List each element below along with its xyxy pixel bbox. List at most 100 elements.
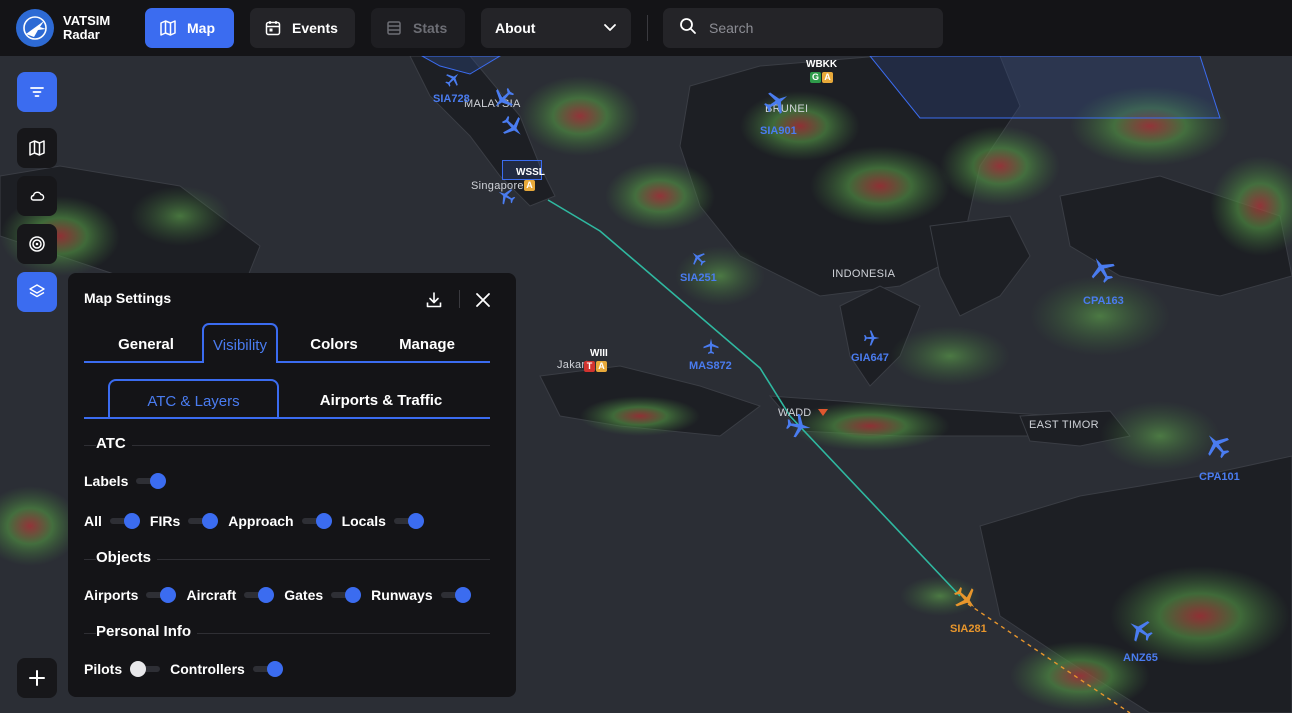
aircraft-sia251[interactable] [689, 249, 707, 272]
callsign-cpa163[interactable]: CPA163 [1083, 295, 1124, 307]
all-toggle[interactable] [109, 513, 140, 529]
badge-approach: A [822, 72, 833, 83]
callsign-sia251[interactable]: SIA251 [680, 272, 717, 284]
radar-button[interactable] [17, 224, 57, 264]
callsign-mas872[interactable]: MAS872 [689, 360, 732, 372]
aircraft-cpa101[interactable] [1202, 430, 1232, 465]
row-personal: Pilots Controllers [84, 659, 293, 679]
labels-toggle[interactable] [136, 473, 167, 489]
nav-about-dropdown[interactable]: About [481, 8, 631, 48]
section-title: Personal Info [96, 623, 198, 640]
calendar-icon [264, 19, 282, 37]
aircraft-malaysia-1[interactable] [490, 86, 516, 117]
chevron-down-icon [603, 20, 617, 37]
filter-button[interactable] [17, 72, 57, 112]
layers-button[interactable] [17, 272, 57, 312]
map-layers-button[interactable] [17, 128, 57, 168]
aircraft-malaysia-2[interactable] [500, 114, 526, 145]
row-atc-types: All FIRs Approach Locals [84, 511, 434, 531]
download-button[interactable] [422, 288, 446, 312]
option-label: Approach [228, 513, 294, 529]
runways-toggle[interactable] [440, 587, 471, 603]
aircraft-cpa163[interactable] [1087, 254, 1117, 289]
aircraft-mas872[interactable] [702, 337, 720, 360]
callsign-sia281[interactable]: SIA281 [950, 623, 987, 635]
close-icon [476, 293, 490, 307]
top-bar: VATSIM Radar Map Events Stats About [0, 0, 1292, 56]
plane-icon [501, 115, 521, 135]
section-objects: Objects [84, 549, 490, 567]
app-logo[interactable]: VATSIM Radar [16, 9, 126, 47]
airport-wiii[interactable]: WIII TA [584, 348, 608, 372]
label-east-timor: EAST TIMOR [1029, 419, 1099, 431]
locals-toggle[interactable] [393, 513, 424, 529]
gates-toggle[interactable] [331, 587, 362, 603]
airport-code: WSSL [516, 167, 545, 178]
section-personal-info: Personal Info [84, 623, 490, 641]
option-label: FIRs [149, 513, 181, 529]
label-indonesia: INDONESIA [832, 268, 896, 280]
subtab-airports-traffic[interactable]: Airports & Traffic [296, 379, 466, 417]
option-label: Gates [284, 587, 324, 603]
callsign-cpa101[interactable]: CPA101 [1199, 471, 1240, 483]
nav-map-button[interactable]: Map [145, 8, 234, 48]
close-button[interactable] [471, 288, 495, 312]
search-input[interactable] [707, 19, 931, 37]
aircraft-wadd[interactable] [785, 412, 813, 445]
aircraft-anz65[interactable] [1126, 616, 1154, 649]
option-label: Pilots [84, 661, 123, 677]
option-label: Labels [84, 473, 129, 489]
aircraft-sia281[interactable] [952, 585, 980, 618]
controllers-toggle[interactable] [252, 661, 283, 677]
aircraft-gia647[interactable] [863, 329, 881, 352]
settings-tabs: General Visibility Colors Manage [84, 323, 490, 363]
section-title: ATC [96, 435, 132, 452]
plane-icon [1208, 435, 1230, 459]
plane-icon [495, 87, 515, 107]
map-icon [159, 19, 177, 37]
tab-manage[interactable]: Manage [384, 323, 470, 361]
callsign-sia728[interactable]: SIA728 [433, 93, 470, 105]
approach-toggle[interactable] [301, 513, 332, 529]
nav-stats-button[interactable]: Stats [371, 8, 465, 48]
map-settings-panel: Map Settings General Visibility Colors M… [68, 273, 516, 697]
zoom-in-button[interactable] [17, 658, 57, 698]
plane-icon [786, 413, 811, 438]
airports-toggle[interactable] [146, 587, 177, 603]
badge-ground: G [810, 72, 821, 83]
callsign-sia901[interactable]: SIA901 [760, 125, 797, 137]
aircraft-sia728[interactable] [444, 70, 462, 93]
aircraft-singapore[interactable] [496, 186, 516, 211]
plane-icon [864, 330, 880, 346]
layers-icon [29, 284, 45, 298]
airport-wbkk[interactable]: WBKK GA [806, 59, 837, 83]
radar-icon [29, 236, 45, 252]
tab-colors[interactable]: Colors [294, 323, 374, 361]
callsign-gia647[interactable]: GIA647 [851, 352, 889, 364]
subtab-atc-layers[interactable]: ATC & Layers [108, 379, 279, 419]
option-label: Aircraft [186, 587, 237, 603]
panel-divider [459, 290, 460, 308]
aircraft-sia901[interactable] [763, 88, 791, 121]
plane-icon [764, 92, 788, 114]
plane-icon [692, 252, 706, 266]
option-label: Runways [371, 587, 433, 603]
nav-about-label: About [495, 20, 536, 36]
search-box[interactable] [663, 8, 943, 48]
tab-visibility[interactable]: Visibility [202, 323, 278, 363]
pilots-toggle[interactable] [130, 661, 161, 677]
stats-icon [385, 19, 403, 37]
tab-general[interactable]: General [100, 323, 192, 361]
airport-wssl[interactable]: WSSL A [516, 167, 545, 191]
triangle-icon [818, 409, 829, 416]
callsign-anz65[interactable]: ANZ65 [1123, 652, 1158, 664]
nav-events-button[interactable]: Events [250, 8, 355, 48]
logo-icon [16, 9, 54, 47]
brand-line-1: VATSIM [63, 13, 111, 28]
aircraft-toggle[interactable] [244, 587, 275, 603]
weather-button[interactable] [17, 176, 57, 216]
firs-toggle[interactable] [188, 513, 219, 529]
search-icon [679, 17, 697, 40]
plane-icon [954, 587, 975, 608]
nav-stats-label: Stats [413, 20, 448, 36]
